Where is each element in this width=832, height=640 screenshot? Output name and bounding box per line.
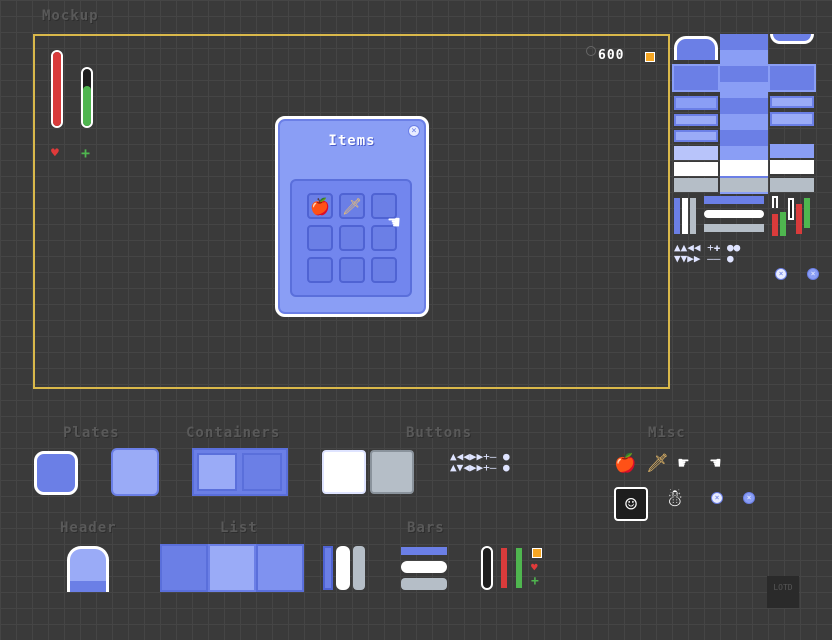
- list-scroll-thumb-disabled: [353, 546, 365, 590]
- mockup-label: Mockup: [42, 8, 99, 24]
- inventory-slot[interactable]: [339, 257, 365, 283]
- buttons-label: Buttons: [406, 425, 473, 441]
- arrow-buttons: ▲◀◀▶▶+— ● ▲▼◀▶▶+— ●: [450, 450, 510, 474]
- close-icon: ×: [775, 268, 787, 280]
- portrait-icon: ☺: [614, 487, 648, 521]
- tileset-column-3: [768, 34, 816, 194]
- sword-icon: 🗡: [646, 453, 669, 474]
- inventory-slot[interactable]: [371, 257, 397, 283]
- apple-icon: 🍎: [310, 196, 330, 216]
- panel-title: Items: [328, 133, 376, 149]
- containers-label: Containers: [186, 425, 281, 441]
- close-icon: ×: [743, 492, 755, 504]
- inventory-grid: 🍎 🗡: [290, 179, 412, 297]
- list-item: [208, 544, 256, 592]
- tileset-column-2: [720, 34, 768, 194]
- pointer-hand-icon: ☛: [678, 453, 689, 474]
- container: [192, 448, 288, 496]
- pointer-hand-icon: ☚: [388, 210, 401, 234]
- inventory-slot[interactable]: [307, 225, 333, 251]
- coin-icon: [532, 548, 542, 558]
- logo: LOTD: [767, 576, 799, 608]
- ghost-circle-icon: [586, 46, 596, 56]
- inventory-slot[interactable]: 🗡: [339, 193, 365, 219]
- heart-icon: ♥: [51, 146, 59, 161]
- plus-icon: +: [531, 574, 539, 589]
- close-icon: ×: [711, 492, 723, 504]
- plate-light: [111, 448, 159, 496]
- currency-value: 600: [598, 48, 625, 63]
- bar-track: [401, 547, 447, 555]
- tileset-mini-bars: [770, 194, 816, 240]
- character-icon: ☃: [668, 484, 683, 512]
- header-label: Header: [60, 520, 117, 536]
- stamina-bar-fill: [83, 86, 91, 126]
- list-item: [160, 544, 208, 592]
- health-bar-fill: [53, 52, 61, 126]
- inventory-slot[interactable]: [339, 225, 365, 251]
- items-panel: Items × 🍎 🗡: [275, 116, 429, 317]
- close-icon: ×: [807, 268, 819, 280]
- plate-filled: [34, 451, 78, 495]
- misc-label: Misc: [648, 425, 686, 441]
- stamina-bar: [81, 67, 93, 128]
- tileset-bars: [674, 194, 766, 238]
- inventory-slot[interactable]: [307, 257, 333, 283]
- plus-icon: +: [81, 144, 91, 162]
- stamina-vbar: [516, 548, 522, 588]
- heart-icon: ♥: [531, 561, 538, 574]
- list-label: List: [220, 520, 258, 536]
- bar-fill-gray: [401, 578, 447, 590]
- health-vbar: [501, 548, 507, 588]
- bars-label: Bars: [407, 520, 445, 536]
- logo-text: LOTD: [773, 583, 793, 592]
- plates-label: Plates: [63, 425, 120, 441]
- list-scroll-track: [323, 546, 333, 590]
- health-bar: [51, 50, 63, 128]
- button-gray[interactable]: [370, 450, 414, 494]
- list-scroll-thumb[interactable]: [336, 546, 350, 590]
- header-tile: [67, 546, 109, 592]
- tileset-arrows: ▲▲◀◀ +✚ ●● ▼▼▶▶ —— ●: [674, 241, 741, 265]
- sword-icon: 🗡: [341, 196, 363, 216]
- bar-fill-white: [401, 561, 447, 573]
- button-white[interactable]: [322, 450, 366, 494]
- grab-hand-icon: ☚: [710, 453, 721, 474]
- close-icon[interactable]: ×: [408, 125, 420, 137]
- empty-vbar: [481, 546, 493, 590]
- coin-icon: [645, 52, 655, 62]
- inventory-slot[interactable]: 🍎: [307, 193, 333, 219]
- apple-icon: 🍎: [614, 453, 637, 474]
- tileset-column-1: [672, 34, 720, 194]
- list-item: [256, 544, 304, 592]
